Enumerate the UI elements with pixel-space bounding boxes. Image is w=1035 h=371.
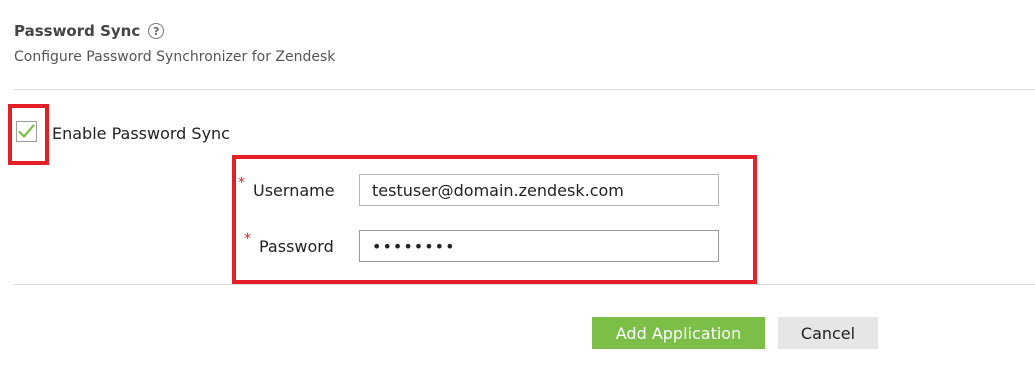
top-divider xyxy=(14,89,1035,90)
add-application-button[interactable]: Add Application xyxy=(592,317,765,349)
password-label: Password xyxy=(259,237,334,256)
section-title: Password Sync xyxy=(14,22,141,40)
help-icon[interactable]: ? xyxy=(148,23,165,39)
username-input[interactable] xyxy=(359,174,719,206)
username-required-marker: * xyxy=(238,175,245,191)
password-sync-page: Password Sync ? Configure Password Synch… xyxy=(0,0,1035,371)
username-label: Username xyxy=(253,181,335,200)
cancel-button[interactable]: Cancel xyxy=(778,317,878,349)
section-subtitle: Configure Password Synchronizer for Zend… xyxy=(14,49,336,65)
enable-password-sync-checkbox[interactable] xyxy=(16,121,37,142)
password-required-marker: * xyxy=(244,231,251,247)
password-input[interactable] xyxy=(359,230,719,262)
enable-password-sync-label[interactable]: Enable Password Sync xyxy=(52,124,230,143)
section-header: Password Sync ? xyxy=(14,22,165,40)
checkmark-icon xyxy=(18,124,35,138)
bottom-divider xyxy=(14,284,1035,285)
